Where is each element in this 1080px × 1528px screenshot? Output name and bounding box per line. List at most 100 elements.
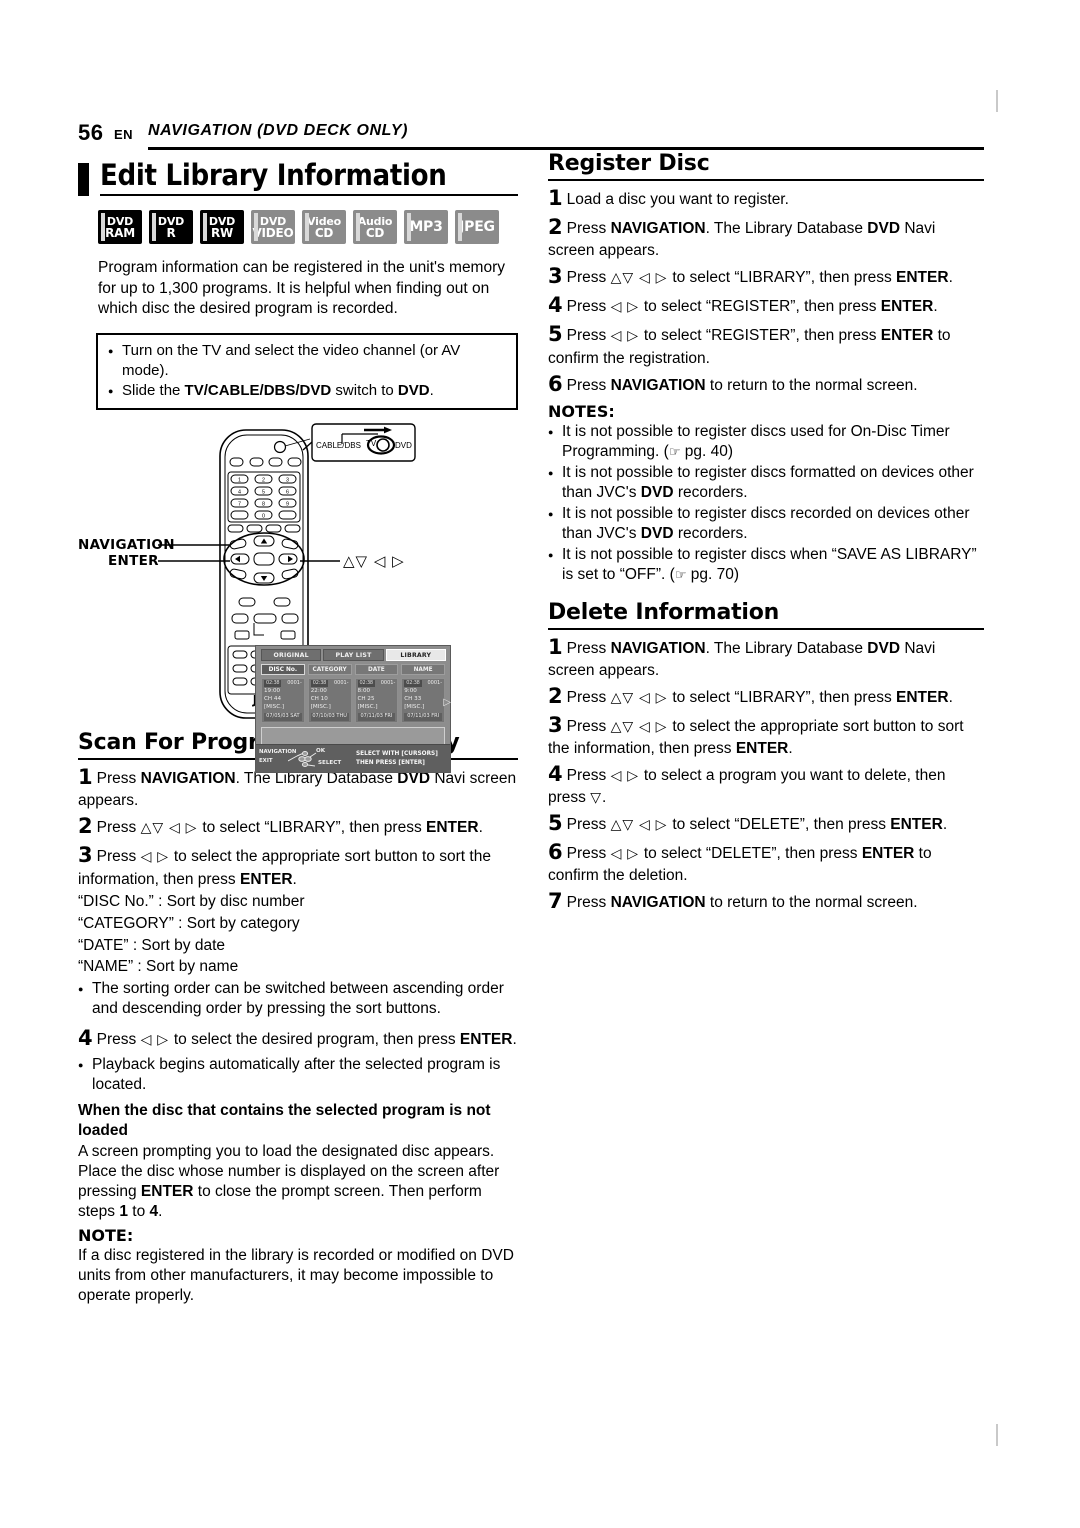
cell-channel: CH 44 (264, 696, 282, 703)
svg-text:6: 6 (286, 490, 289, 496)
format-badge-video-cd: Video CD (302, 210, 346, 245)
scan-sort-option: “NAME” : Sort by name (78, 958, 239, 976)
scan-steps-list: 1 Press NAVIGATION. The Library Database … (78, 764, 518, 889)
scan-sort-options: “DISC No.” : Sort by disc number “CATEGOR… (78, 892, 518, 978)
svg-text:3: 3 (286, 478, 289, 484)
register-note-item: It is not possible to register discs whe… (548, 545, 984, 585)
register-step-3: 3 Press △▽ ◁ ▷ to select “LIBRARY”, then … (548, 263, 984, 290)
step-number: 1 (78, 765, 93, 790)
register-section-heading: Register Disc (548, 151, 984, 182)
delete-step-1: 1 Press NAVIGATION. The Library Database … (548, 634, 984, 681)
svg-text:1: 1 (238, 478, 241, 484)
navi-program-cell[interactable]: 02:38 0001- 8:00 CH 25 [MISC.] 07/11/03 FRI (354, 678, 399, 723)
cell-time: 19:00 (264, 688, 281, 695)
page-language-code: EN (114, 127, 134, 142)
title-accent-bar (78, 163, 89, 196)
remote-label-enter: ENTER (108, 553, 159, 570)
step-number: 2 (548, 683, 563, 708)
preparation-item: Slide the TV/CABLE/DBS/DVD switch to DVD… (108, 381, 506, 402)
cell-header: 02:38 0001- (264, 680, 302, 688)
cell-disc-no: 0001- (287, 680, 302, 686)
cell-time: 9:00 (404, 688, 417, 695)
note-label: NOTE: (78, 1226, 134, 1246)
disc-not-loaded-body: A screen prompting you to load the desig… (78, 1143, 500, 1221)
delete-heading-rule (548, 627, 984, 630)
scan-sort-option: “CATEGORY” : Sort by category (78, 914, 300, 932)
register-notes-label: NOTES: (548, 401, 615, 421)
delete-step-7: 7 Press NAVIGATION to return to the norma… (548, 888, 984, 915)
cell-category: [MISC.] (404, 704, 425, 711)
scan-step-2: 2 Press △▽ ◁ ▷ to select “LIBRARY”, then … (78, 813, 518, 840)
navi-sort-name[interactable]: NAME (401, 664, 445, 675)
preparation-box: Turn on the TV and select the video chan… (96, 332, 518, 411)
navi-program-cell[interactable]: 02:38 0001- 22:00 CH 10 [MISC.] 07/10/03 THU (307, 678, 352, 723)
note-body: If a disc registered in the library is r… (78, 1247, 514, 1305)
navi-sort-category[interactable]: CATEGORY (307, 664, 352, 675)
navi-tab-original[interactable]: ORIGINAL (261, 649, 322, 661)
cell-category: [MISC.] (264, 704, 285, 711)
dvd-navi-screenshot: ORIGINAL PLAY LIST LIBRARY DISC No. CATEGOR… (255, 645, 451, 773)
remote-label-navigation: NAVIGATION (78, 537, 175, 554)
step-number: 3 (548, 712, 563, 737)
scan-step-4-bullet: Playback begins automatically after the … (78, 1055, 518, 1095)
format-badge-jpeg: JPEG (455, 210, 499, 245)
cell-time: 22:00 (310, 688, 327, 695)
cell-header: 02:38 0001- (357, 680, 396, 688)
navi-footer-cursor-icon (288, 751, 317, 767)
navi-sort-date[interactable]: DATE (354, 664, 399, 675)
delete-section-heading: Delete Information (548, 600, 984, 630)
badge-line2: VIDEO (252, 225, 294, 240)
running-head-rule (148, 147, 984, 150)
step-text: Press △▽ ◁ ▷ to select “LIBRARY”, then p… (566, 688, 953, 706)
step-number: 5 (548, 810, 563, 835)
navi-next-page-arrow[interactable]: ▷ (443, 697, 451, 708)
cell-category: [MISC.] (310, 704, 331, 711)
navi-program-cell[interactable]: 02:38 0001- 19:00 CH 44 [MISC.] 07/05/03 SAT (261, 678, 305, 723)
step-number: 5 (548, 322, 563, 347)
step-number: 1 (548, 634, 563, 659)
registration-tick-top-right (996, 90, 998, 112)
register-notes-list: It is not possible to register discs use… (548, 422, 984, 585)
badge-line2: CD (365, 225, 385, 240)
running-head: 56 EN NAVIGATION (DVD DECK ONLY) (78, 118, 984, 152)
manual-page: 56 EN NAVIGATION (DVD DECK ONLY) Edit Li… (0, 0, 1080, 1528)
navi-program-cell[interactable]: 02:38 0001- 9:00 CH 33 [MISC.] 07/11/03 FRI (401, 678, 445, 723)
step-number: 4 (548, 761, 563, 786)
switch-label-tv: TV (366, 439, 377, 448)
cell-duration: 02:38 (357, 680, 375, 688)
register-section-heading-text: Register Disc (548, 151, 710, 176)
register-step-5: 5 Press ◁ ▷ to select “REGISTER”, then pr… (548, 321, 984, 368)
cell-header: 02:38 0001- (310, 680, 349, 688)
delete-step-3: 3 Press △▽ ◁ ▷ to select the appropriate … (548, 712, 984, 759)
step-number: 2 (78, 814, 93, 839)
step-text: Press NAVIGATION. The Library Database D… (548, 639, 936, 679)
format-badge-dvd-ram: DVD RAM (98, 210, 142, 245)
step-text: Press NAVIGATION. The Library Database D… (548, 220, 936, 260)
cell-channel: CH 33 (404, 696, 422, 703)
cell-disc-no: 0001- (380, 680, 396, 686)
switch-label-dvd: DVD (395, 441, 412, 450)
cell-time: 8:00 (357, 688, 371, 695)
format-badge-mp3: MP3 (404, 210, 448, 245)
navi-tab-library[interactable]: LIBRARY (385, 649, 446, 661)
step-text: Press ◁ ▷ to select the appropriate sort… (78, 848, 491, 888)
intro-paragraph: Program information can be registered in… (98, 259, 506, 317)
cell-duration: 02:38 (264, 680, 282, 688)
step-text: Press △▽ ◁ ▷ to select “LIBRARY”, then p… (96, 819, 483, 837)
scan-sort-option: “DISC No.” : Sort by disc number (78, 892, 305, 910)
navi-footer-select: SELECT (318, 760, 342, 766)
navi-footer-hint: SELECT WITH [CURSORS] THEN PRESS [ENTER] (356, 750, 438, 768)
cell-duration: 02:38 (404, 680, 422, 688)
navi-sort-disc-no-[interactable]: DISC No. (261, 664, 305, 675)
preparation-item: Turn on the TV and select the video chan… (108, 341, 506, 381)
cell-header: 02:38 0001- (404, 680, 442, 688)
title-rule (100, 194, 518, 197)
badge-line1: MP3 (409, 219, 443, 236)
format-badge-row: DVD RAM DVD R DVD RW DVD VIDEO Video CD Audio CD MP3… (98, 210, 518, 245)
scan-step-4-number: 4 (78, 1026, 93, 1051)
step-text: Load a disc you want to register. (566, 191, 789, 209)
register-step-4: 4 Press ◁ ▷ to select “REGISTER”, then pr… (548, 292, 984, 319)
navi-tab-play-list[interactable]: PLAY LIST (323, 649, 384, 661)
format-badge-dvd-r: DVD R (149, 210, 193, 245)
delete-step-6: 6 Press ◁ ▷ to select “DELETE”, then pres… (548, 839, 984, 886)
